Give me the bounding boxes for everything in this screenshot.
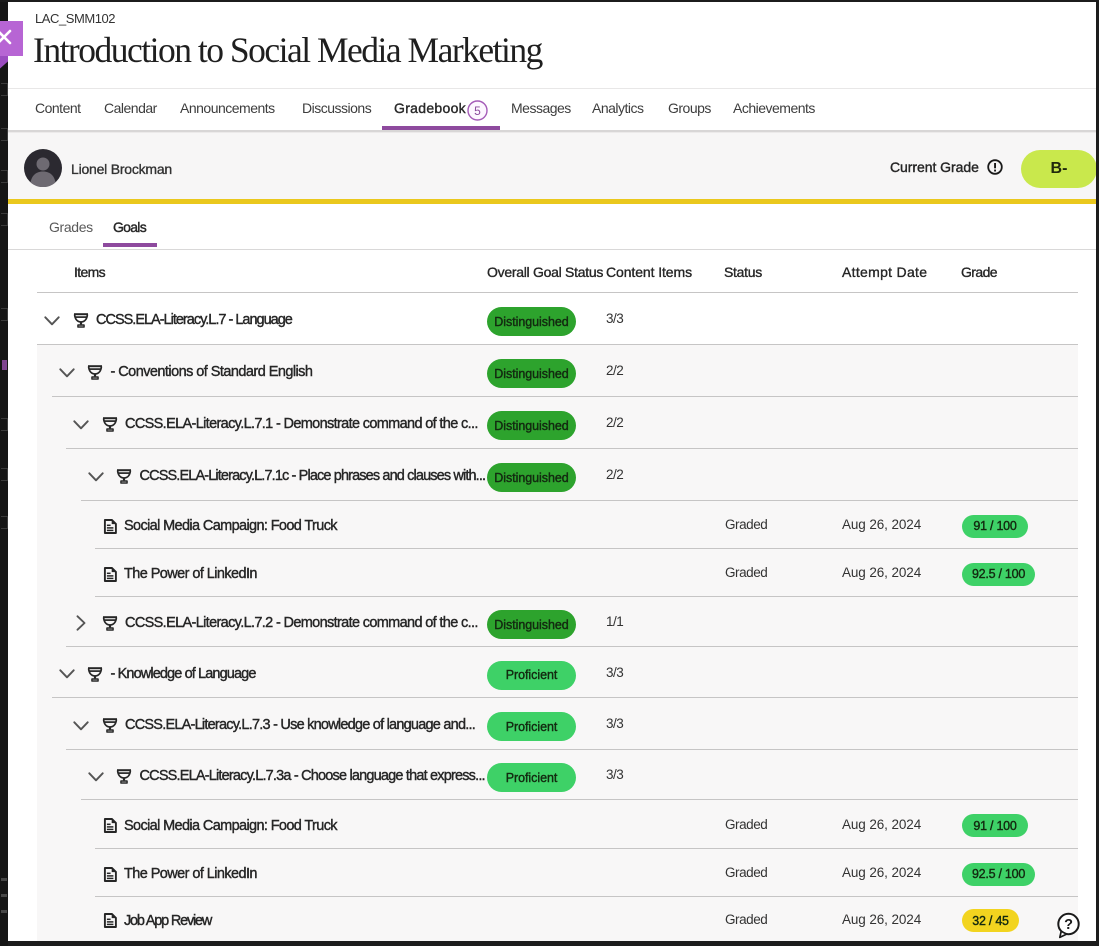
svg-text:?: ? — [1064, 917, 1073, 933]
svg-text:5: 5 — [474, 104, 481, 118]
